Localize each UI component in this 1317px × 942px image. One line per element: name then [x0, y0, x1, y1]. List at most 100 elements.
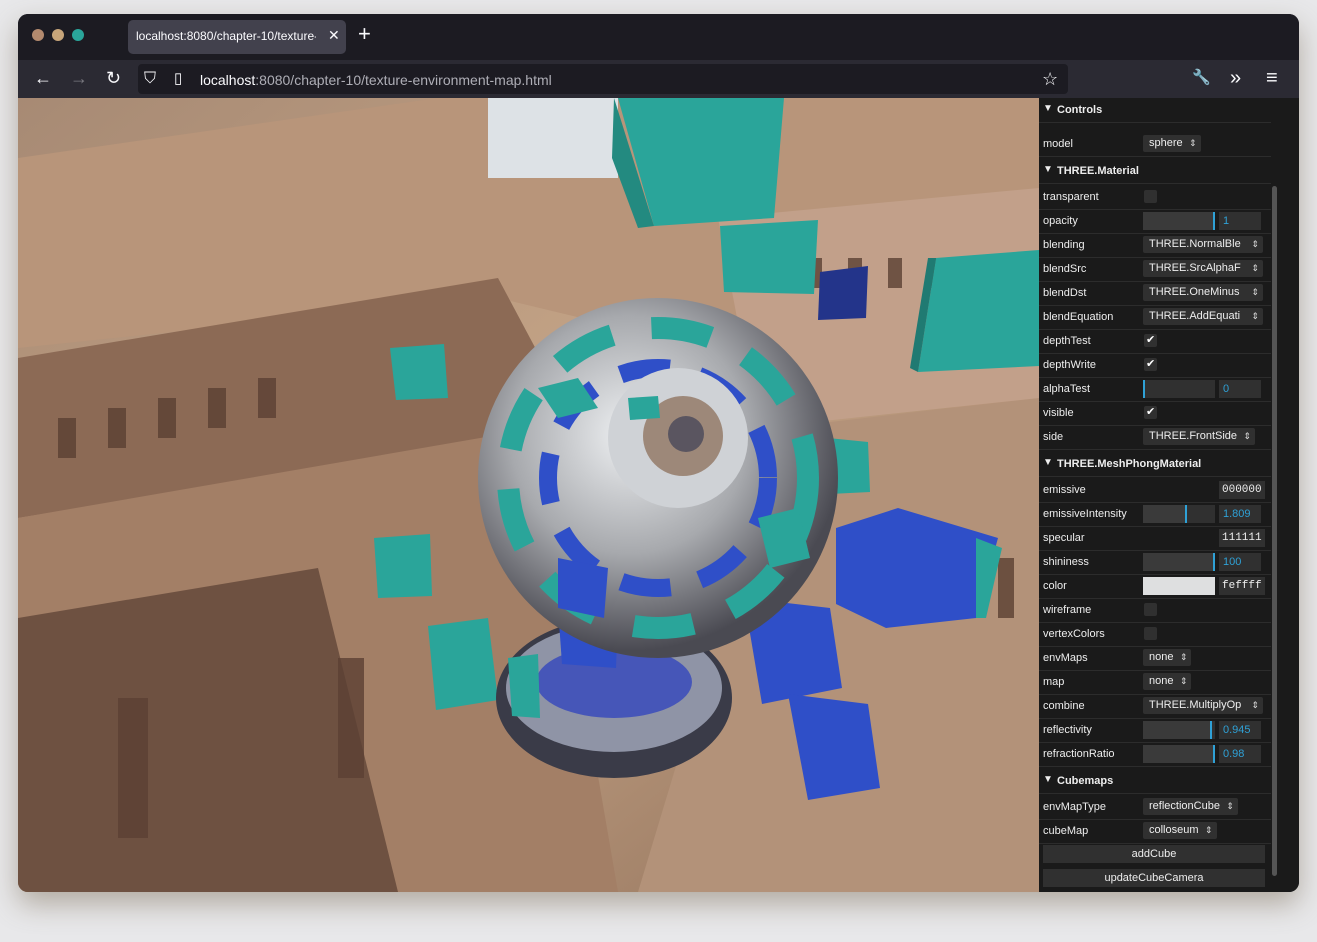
visible-label: visible: [1043, 407, 1074, 419]
address-bar[interactable]: ⛉ ▯ localhost:8080/chapter-10/texture-en…: [138, 64, 1068, 94]
tab-texture-environment-map[interactable]: localhost:8080/chapter-10/texture-enviro…: [128, 20, 346, 54]
opacity-input[interactable]: 1: [1219, 212, 1261, 230]
gui-scrollbar[interactable]: [1272, 186, 1277, 876]
page-icon[interactable]: ▯: [174, 68, 182, 90]
color-swatch[interactable]: [1143, 577, 1215, 595]
vertexcolors-control: vertexColors: [1039, 622, 1271, 647]
chevron-down-icon: ▼: [1043, 774, 1053, 785]
envmaps-select[interactable]: none ⇕: [1143, 649, 1192, 666]
close-window-button[interactable]: [32, 29, 44, 41]
cubemap-control: cubeMap colloseum ⇕: [1039, 819, 1271, 844]
select-arrow-icon: ⇕: [1251, 239, 1259, 249]
close-tab-icon[interactable]: ✕: [328, 27, 340, 44]
vertexcolors-label: vertexColors: [1043, 628, 1105, 640]
emissiveintensity-input[interactable]: 1.809: [1219, 505, 1261, 523]
blending-select[interactable]: THREE.NormalBle ⇕: [1143, 236, 1263, 253]
url-text[interactable]: localhost:8080/chapter-10/texture-enviro…: [200, 72, 552, 88]
slider-fill: [1143, 553, 1215, 571]
blendsrc-select[interactable]: THREE.SrcAlphaF ⇕: [1143, 260, 1263, 277]
reload-icon[interactable]: ↻: [106, 67, 121, 89]
minimize-window-button[interactable]: [52, 29, 64, 41]
slider-knob[interactable]: [1213, 553, 1215, 571]
depthtest-control: depthTest ✔: [1039, 329, 1271, 354]
blendsrc-control: blendSrc THREE.SrcAlphaF ⇕: [1039, 257, 1271, 282]
back-icon[interactable]: ←: [34, 67, 52, 89]
checkmark-icon: ✔: [1146, 358, 1156, 370]
depthtest-label: depthTest: [1043, 335, 1091, 347]
alphatest-slider[interactable]: [1143, 380, 1215, 398]
emissive-color-input[interactable]: 000000: [1219, 481, 1265, 499]
envmaps-value: none: [1149, 651, 1174, 663]
add-cube-button[interactable]: addCube: [1043, 845, 1265, 863]
wireframe-label: wireframe: [1043, 604, 1092, 616]
chevron-down-icon: ▼: [1043, 164, 1053, 175]
refractionratio-input[interactable]: 0.98: [1219, 745, 1261, 763]
opacity-slider[interactable]: [1143, 212, 1215, 230]
specular-color-input[interactable]: 111111: [1219, 529, 1265, 547]
cubemap-select[interactable]: colloseum ⇕: [1143, 822, 1217, 839]
alphatest-control: alphaTest 0: [1039, 377, 1271, 402]
depthtest-checkbox[interactable]: ✔: [1144, 334, 1157, 347]
specular-label: specular: [1043, 532, 1085, 544]
webgl-scene-canvas[interactable]: [18, 98, 1039, 892]
color-label: color: [1043, 580, 1067, 592]
shininess-slider[interactable]: [1143, 553, 1215, 571]
update-cube-camera-button[interactable]: updateCubeCamera: [1043, 869, 1265, 887]
wireframe-checkbox[interactable]: [1144, 603, 1157, 616]
blendequation-value: THREE.AddEquati: [1149, 310, 1241, 322]
side-select[interactable]: THREE.FrontSide ⇕: [1143, 428, 1256, 445]
cubemap-value: colloseum: [1149, 824, 1199, 836]
refractionratio-control: refractionRatio 0.98: [1039, 742, 1271, 767]
blenddst-select[interactable]: THREE.OneMinus ⇕: [1143, 284, 1263, 301]
wireframe-control: wireframe: [1039, 598, 1271, 623]
reflectivity-slider[interactable]: [1143, 721, 1215, 739]
shininess-input[interactable]: 100: [1219, 553, 1261, 571]
visible-checkbox[interactable]: ✔: [1144, 406, 1157, 419]
emissiveintensity-slider[interactable]: [1143, 505, 1215, 523]
bookmark-star-icon[interactable]: ☆: [1042, 68, 1058, 90]
zoom-window-button[interactable]: [72, 29, 84, 41]
app-menu-icon[interactable]: ≡: [1266, 67, 1278, 89]
overflow-chevron-icon[interactable]: »: [1230, 67, 1241, 89]
model-select[interactable]: sphere ⇕: [1143, 135, 1201, 152]
emissive-label: emissive: [1043, 484, 1086, 496]
color-hex-input[interactable]: feffff: [1219, 577, 1265, 595]
phong-folder-label: THREE.MeshPhongMaterial: [1057, 458, 1202, 470]
slider-knob[interactable]: [1213, 212, 1215, 230]
slider-knob[interactable]: [1143, 380, 1145, 398]
slider-fill: [1143, 212, 1215, 230]
select-arrow-icon: ⇕: [1226, 801, 1234, 811]
material-folder-label: THREE.Material: [1057, 165, 1139, 177]
transparent-checkbox[interactable]: [1144, 190, 1157, 203]
shield-icon[interactable]: ⛉: [144, 68, 156, 90]
checkmark-icon: ✔: [1146, 406, 1156, 418]
slider-knob[interactable]: [1213, 745, 1215, 763]
emissive-control: emissive 000000: [1039, 478, 1271, 503]
forward-icon[interactable]: →: [70, 67, 88, 89]
slider-knob[interactable]: [1185, 505, 1187, 523]
reflectivity-input[interactable]: 0.945: [1219, 721, 1261, 739]
select-arrow-icon: ⇕: [1251, 700, 1259, 710]
cubemaps-folder-header[interactable]: ▼ Cubemaps: [1039, 769, 1271, 794]
combine-select[interactable]: THREE.MultiplyOp ⇕: [1143, 697, 1263, 714]
slider-knob[interactable]: [1210, 721, 1212, 739]
model-control: model sphere ⇕: [1039, 132, 1271, 157]
phong-folder-header[interactable]: ▼ THREE.MeshPhongMaterial: [1039, 452, 1271, 477]
depthwrite-checkbox[interactable]: ✔: [1144, 358, 1157, 371]
checkmark-icon: ✔: [1146, 334, 1156, 346]
alphatest-input[interactable]: 0: [1219, 380, 1261, 398]
new-tab-button[interactable]: +: [358, 23, 371, 45]
blendequation-select[interactable]: THREE.AddEquati ⇕: [1143, 308, 1263, 325]
refractionratio-slider[interactable]: [1143, 745, 1215, 763]
material-folder-header[interactable]: ▼ THREE.Material: [1039, 159, 1271, 184]
map-select[interactable]: none ⇕: [1143, 673, 1192, 690]
combine-control: combine THREE.MultiplyOp ⇕: [1039, 694, 1271, 719]
side-control: side THREE.FrontSide ⇕: [1039, 425, 1271, 450]
combine-label: combine: [1043, 700, 1085, 712]
select-arrow-icon: ⇕: [1204, 825, 1213, 835]
tools-icon[interactable]: 🔧: [1192, 67, 1211, 89]
vertexcolors-checkbox[interactable]: [1144, 627, 1157, 640]
controls-header[interactable]: ▼ Controls: [1039, 98, 1271, 123]
envmaptype-select[interactable]: reflectionCube ⇕: [1143, 798, 1238, 815]
shininess-control: shininess 100: [1039, 550, 1271, 575]
